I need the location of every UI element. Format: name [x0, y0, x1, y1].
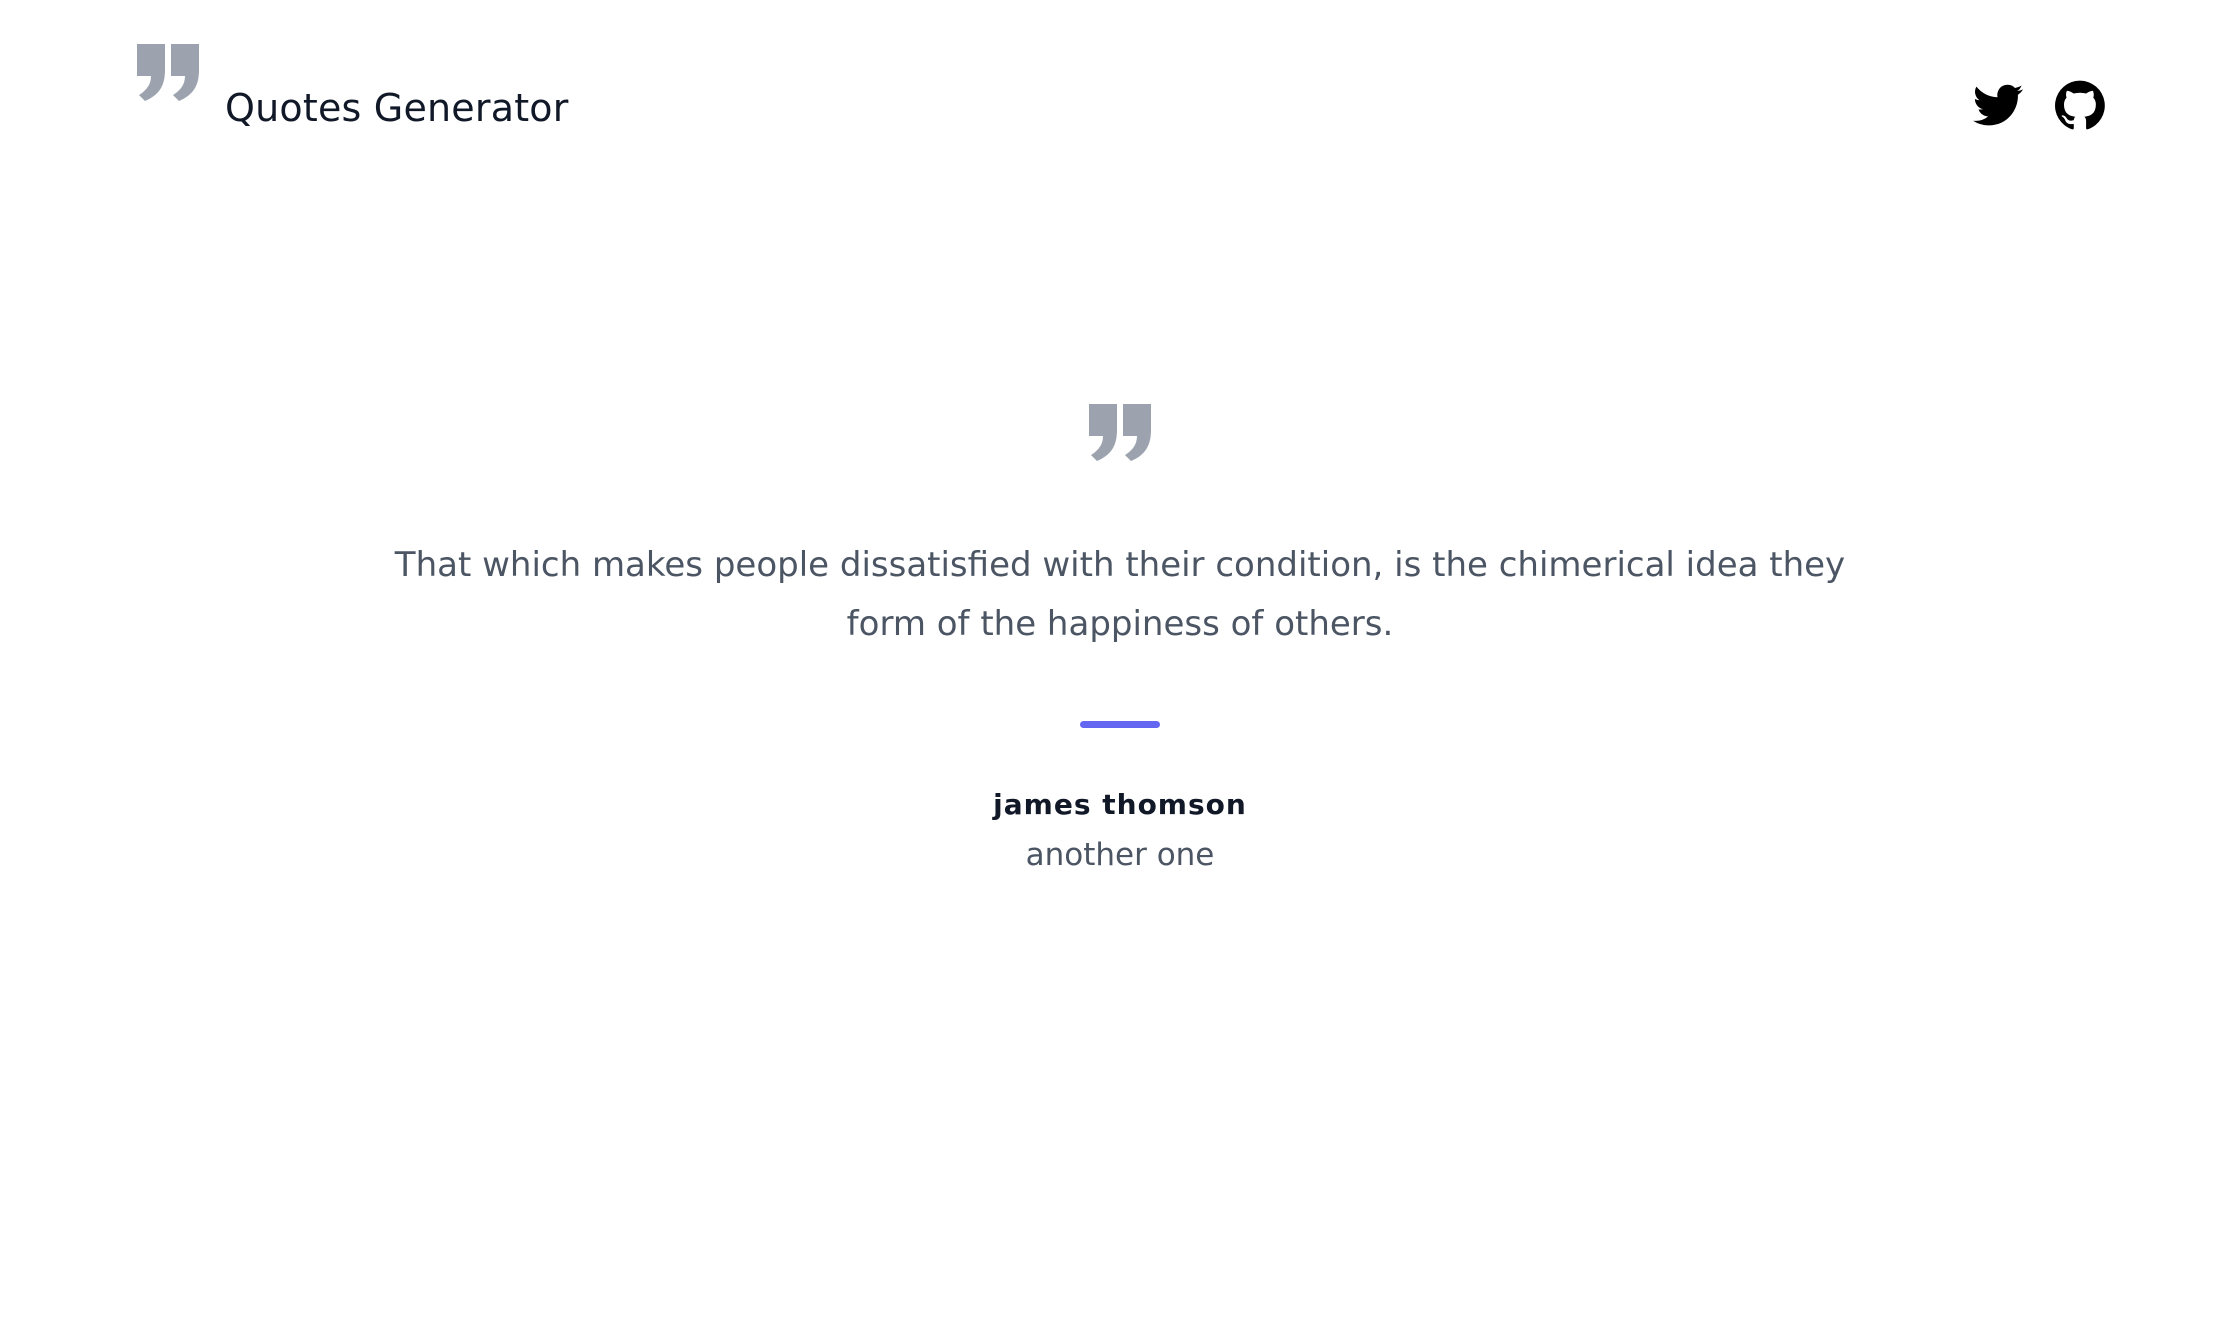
github-icon: [2055, 80, 2105, 130]
page: Quotes Generator That which makes people…: [0, 0, 2240, 1334]
divider: [1080, 721, 1160, 728]
brand: Quotes Generator: [135, 42, 569, 130]
social-links: [1973, 80, 2105, 130]
quote-tag: another one: [1025, 837, 1215, 873]
app-title: Quotes Generator: [225, 86, 569, 130]
quote-icon: [1089, 404, 1151, 461]
quote-logo-icon: [137, 44, 199, 101]
github-link[interactable]: [2055, 80, 2105, 130]
twitter-icon: [1973, 84, 2023, 126]
quote-author: james thomson: [993, 788, 1247, 821]
quote-text: That which makes people dissatisfied wit…: [394, 545, 1846, 644]
quote-card: That which makes people dissatisfied wit…: [0, 402, 2240, 873]
twitter-link[interactable]: [1973, 80, 2023, 130]
